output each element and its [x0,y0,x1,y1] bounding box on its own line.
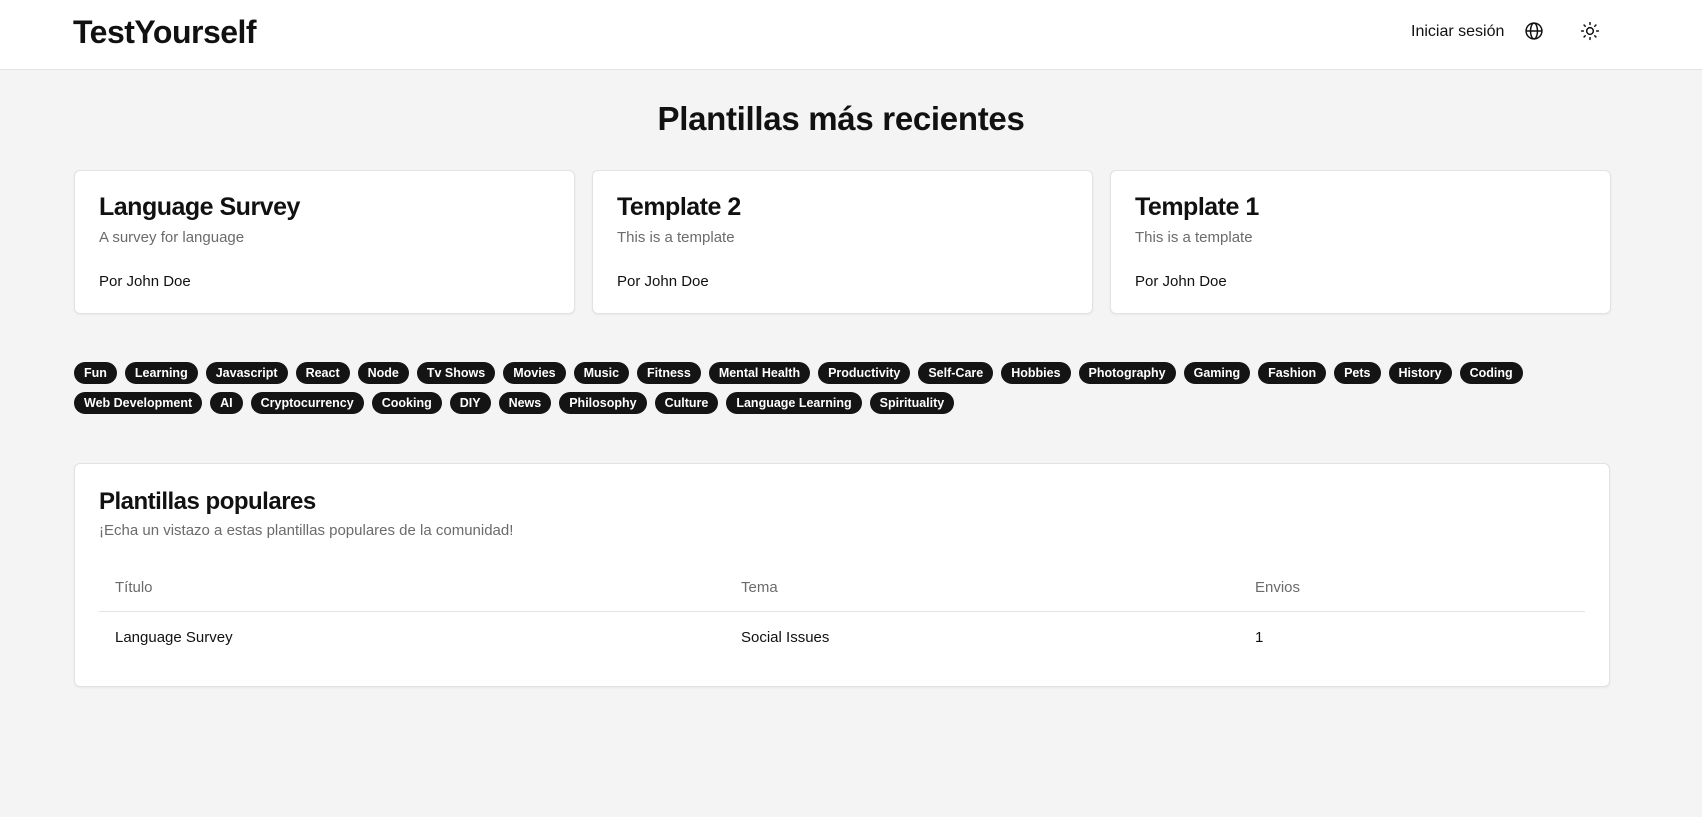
column-header-submissions[interactable]: Envios [1239,565,1585,612]
popular-templates-panel: Plantillas populares ¡Echa un vistazo a … [74,463,1610,687]
popular-templates-heading: Plantillas populares [99,488,316,515]
language-button[interactable] [1520,19,1548,47]
top-navbar: TestYourself Iniciar sesión [0,0,1702,70]
tag-gaming[interactable]: Gaming [1183,362,1251,384]
tag-pets[interactable]: Pets [1334,362,1381,384]
tag-productivity[interactable]: Productivity [818,362,911,384]
tag-spirituality[interactable]: Spirituality [869,392,955,414]
tag-diy[interactable]: DIY [449,392,491,414]
sun-icon [1580,21,1600,46]
template-card[interactable]: Template 2 This is a template Por John D… [592,170,1093,314]
tag-fun[interactable]: Fun [74,362,117,384]
cell-topic: Social Issues [741,629,830,646]
tag-fashion[interactable]: Fashion [1258,362,1327,384]
table-header-row: Título Tema Envios [99,565,1585,612]
tag-cloud: Fun Learning Javascript React Node Tv Sh… [74,362,1634,414]
template-card-description: This is a template [617,229,735,246]
tag-learning[interactable]: Learning [124,362,198,384]
tag-node[interactable]: Node [357,362,409,384]
table-row[interactable]: Language Survey Social Issues 1 [99,612,1585,664]
recent-templates-heading: Plantillas más recientes [657,100,1025,137]
globe-icon [1524,21,1544,46]
login-button[interactable]: Iniciar sesión [1411,23,1504,41]
popular-templates-subtitle: ¡Echa un vistazo a estas plantillas popu… [99,522,514,539]
template-card[interactable]: Template 1 This is a template Por John D… [1110,170,1611,314]
template-card-title: Template 1 [1135,193,1259,221]
tag-self-care[interactable]: Self-Care [918,362,994,384]
template-card-author: Por John Doe [617,273,709,290]
brand-logo[interactable]: TestYourself [73,14,257,51]
popular-templates-table: Título Tema Envios Language Survey Socia… [99,565,1585,663]
recent-templates-list: Language Survey A survey for language Po… [74,170,1611,314]
tag-fitness[interactable]: Fitness [637,362,701,384]
tag-culture[interactable]: Culture [654,392,719,414]
tag-photography[interactable]: Photography [1078,362,1176,384]
tag-web-development[interactable]: Web Development [74,392,203,414]
tag-ai[interactable]: AI [210,392,243,414]
template-card-author: Por John Doe [99,273,191,290]
tag-news[interactable]: News [498,392,552,414]
template-card-description: This is a template [1135,229,1253,246]
tag-mental-health[interactable]: Mental Health [708,362,811,384]
tag-movies[interactable]: Movies [503,362,566,384]
template-card[interactable]: Language Survey A survey for language Po… [74,170,575,314]
theme-toggle-button[interactable] [1576,19,1604,47]
tag-tv-shows[interactable]: Tv Shows [416,362,496,384]
tag-history[interactable]: History [1388,362,1452,384]
template-card-title: Language Survey [99,193,300,221]
tag-react[interactable]: React [295,362,350,384]
tag-philosophy[interactable]: Philosophy [559,392,647,414]
column-header-title[interactable]: Título [99,565,725,612]
template-card-title: Template 2 [617,193,741,221]
template-card-description: A survey for language [99,229,245,246]
tag-coding[interactable]: Coding [1459,362,1523,384]
tag-javascript[interactable]: Javascript [205,362,288,384]
tag-music[interactable]: Music [573,362,630,384]
tag-cooking[interactable]: Cooking [371,392,442,414]
template-card-author: Por John Doe [1135,273,1227,290]
tag-language-learning[interactable]: Language Learning [726,392,862,414]
tag-hobbies[interactable]: Hobbies [1001,362,1071,384]
tag-cryptocurrency[interactable]: Cryptocurrency [250,392,364,414]
column-header-topic[interactable]: Tema [725,565,1239,612]
cell-title: Language Survey [115,629,233,646]
cell-submissions: 1 [1255,629,1264,646]
